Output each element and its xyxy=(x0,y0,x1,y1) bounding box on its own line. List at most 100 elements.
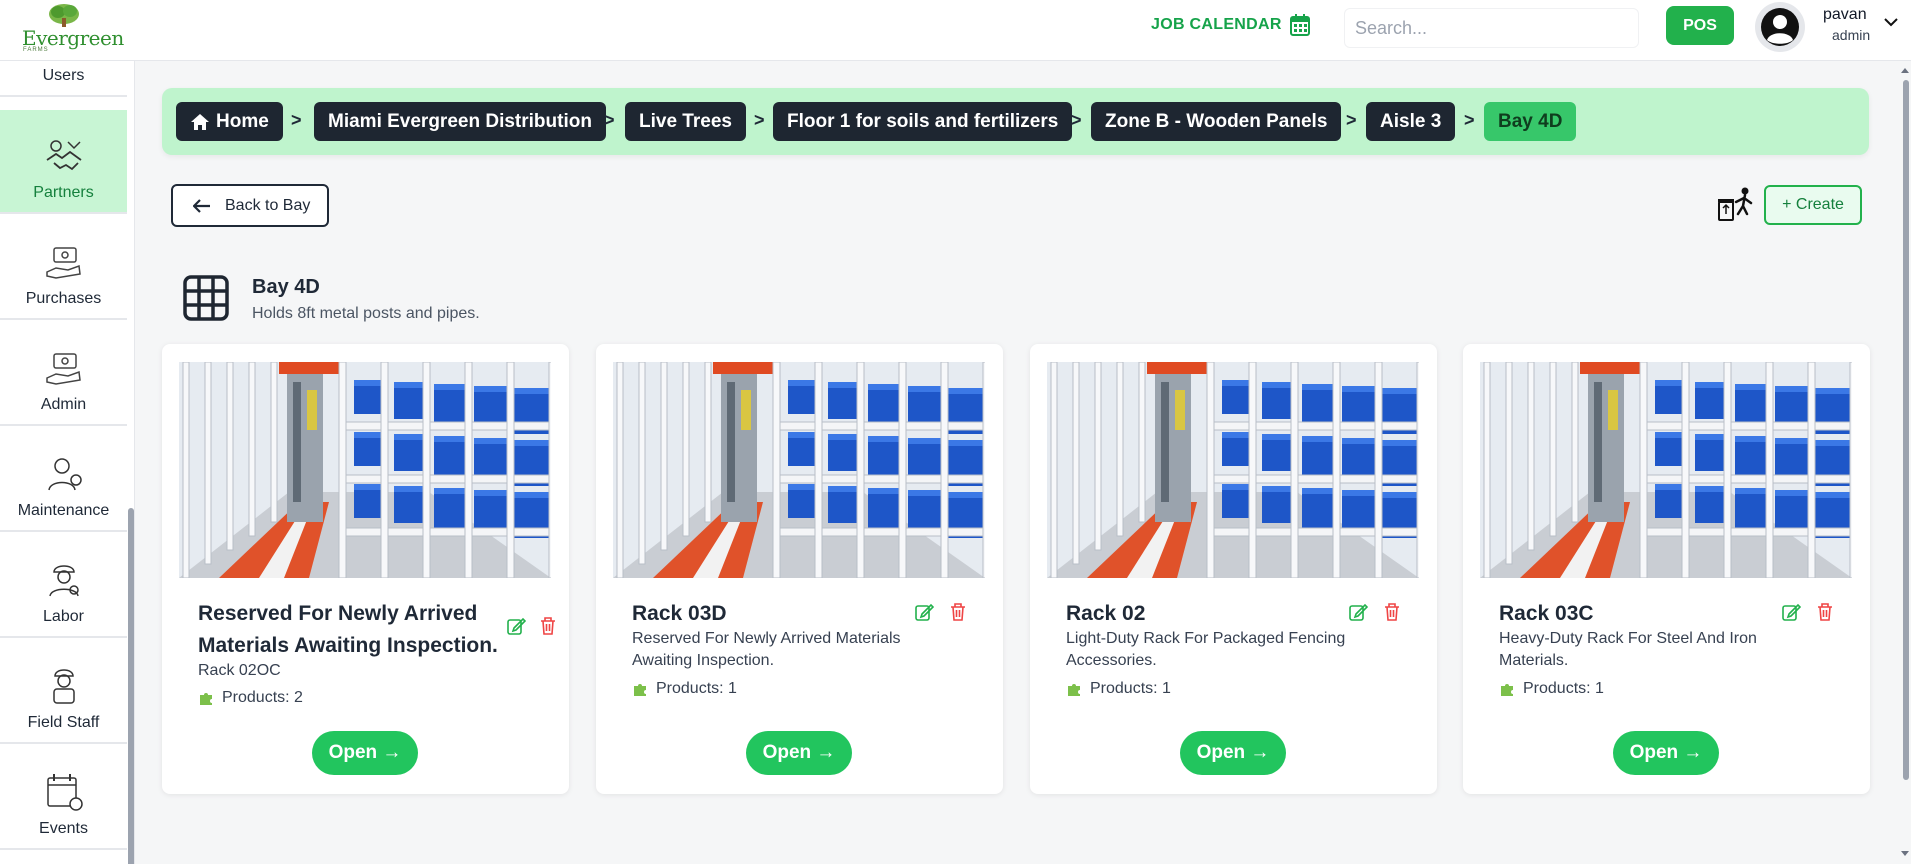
rack-subtitle: Reserved For Newly Arrived Materials Awa… xyxy=(632,630,901,669)
scroll-down-arrow-icon[interactable] xyxy=(1900,850,1910,858)
grid-icon xyxy=(183,275,229,321)
open-button[interactable]: Open → xyxy=(1613,731,1719,775)
page-title: Bay 4D xyxy=(252,276,320,298)
rack-photo xyxy=(1047,362,1419,578)
breadcrumb: Home > Miami Evergreen Distribution > Li… xyxy=(162,88,1869,155)
logo[interactable]: Evergreen FARMS xyxy=(20,2,124,53)
breadcrumb-separator: > xyxy=(754,110,765,130)
breadcrumb-separator: > xyxy=(604,110,615,130)
sidebar-item-users[interactable]: Users xyxy=(0,61,127,97)
rack-subtitle: Light-Duty Rack For Packaged Fencing Acc… xyxy=(1066,630,1346,669)
rack-products: Products: 2 xyxy=(198,689,303,707)
sidebar-item-label: Admin xyxy=(40,396,87,413)
edit-icon[interactable] xyxy=(506,616,526,636)
bay-description: Holds 8ft metal posts and pipes. xyxy=(252,305,480,322)
tree-logo-icon xyxy=(49,4,79,27)
recycle-bin-icon[interactable] xyxy=(1716,186,1756,224)
breadcrumb-current-bay: Bay 4D xyxy=(1484,102,1577,141)
rack-title: Rack 03D xyxy=(632,602,727,625)
rack-title: Rack 03C xyxy=(1499,602,1594,625)
puzzle-icon xyxy=(200,693,212,705)
rack-products: Products: 1 xyxy=(1066,680,1171,698)
delete-icon[interactable] xyxy=(949,602,967,622)
edit-icon[interactable] xyxy=(914,602,934,622)
rack-products: Products: 1 xyxy=(632,680,737,698)
breadcrumb-separator: > xyxy=(1346,110,1357,130)
delete-icon[interactable] xyxy=(539,616,557,636)
puzzle-icon xyxy=(634,684,646,696)
open-button[interactable]: Open → xyxy=(312,731,418,775)
sidebar-item-admin[interactable]: Admin xyxy=(0,322,127,426)
field-staff-icon xyxy=(52,669,75,704)
open-button[interactable]: Open → xyxy=(1180,731,1286,775)
sidebar-item-purchases[interactable]: Purchases xyxy=(0,216,127,320)
rack-subtitle: Heavy-Duty Rack For Steel And Iron Mater… xyxy=(1499,630,1757,669)
sidebar-item-events[interactable]: Events xyxy=(0,746,127,850)
rack-card: Rack 02 Light-Duty Rack For Packaged Fen… xyxy=(1030,344,1437,794)
rack-card: Reserved For Newly Arrived Materials Awa… xyxy=(162,344,569,794)
breadcrumb-floor[interactable]: Floor 1 for soils and fertilizers xyxy=(773,102,1073,141)
rack-card: Rack 03D Reserved For Newly Arrived Mate… xyxy=(596,344,1003,794)
sidebar-item-partners[interactable]: Partners xyxy=(0,110,127,214)
rack-title: Rack 02 xyxy=(1066,602,1146,625)
breadcrumb-distribution[interactable]: Miami Evergreen Distribution xyxy=(314,102,606,141)
edit-icon[interactable] xyxy=(1348,602,1368,622)
sidebar-item-label: Partners xyxy=(33,184,94,201)
delete-icon[interactable] xyxy=(1383,602,1401,622)
breadcrumb-separator: > xyxy=(1464,110,1475,130)
puzzle-icon xyxy=(1501,684,1513,696)
breadcrumb-home[interactable]: Home xyxy=(176,102,283,141)
chevron-down-icon[interactable] xyxy=(1883,16,1899,28)
avatar[interactable] xyxy=(1755,2,1805,52)
sidebar-item-label: Maintenance xyxy=(17,502,110,519)
warehouse-rack-image xyxy=(613,362,985,578)
sidebar-item-label: Users xyxy=(42,67,85,84)
sidebar-item-field-staff[interactable]: Field Staff xyxy=(0,640,127,744)
events-icon xyxy=(46,774,83,811)
breadcrumb-separator: > xyxy=(291,110,302,130)
rack-photo xyxy=(1480,362,1852,578)
sidebar-item-label: Field Staff xyxy=(27,714,100,731)
sidebar-item-label: Labor xyxy=(43,608,84,625)
open-button[interactable]: Open → xyxy=(746,731,852,775)
page-scrollbar[interactable] xyxy=(1903,80,1909,780)
sidebar-scrollbar[interactable] xyxy=(128,508,134,864)
job-calendar-label: JOB CALENDAR xyxy=(1151,16,1282,33)
sidebar-item-labor[interactable]: Labor xyxy=(0,534,127,638)
sidebar-item-label: Purchases xyxy=(25,290,102,307)
handshake-icon xyxy=(46,140,82,171)
warehouse-rack-image xyxy=(1480,362,1852,578)
rack-photo xyxy=(179,362,551,578)
rack-photo xyxy=(613,362,985,578)
user-avatar-icon xyxy=(1761,8,1799,46)
user-role: admin xyxy=(1832,27,1871,43)
admin-icon xyxy=(45,353,81,385)
calendar-icon xyxy=(1289,14,1310,36)
maintenance-icon xyxy=(47,458,82,491)
rack-title: Reserved For Newly Arrived Materials Awa… xyxy=(198,602,498,657)
user-name[interactable]: pavan xyxy=(1823,6,1867,24)
warehouse-rack-image xyxy=(179,362,551,578)
job-calendar-link[interactable]: JOB CALENDAR xyxy=(1151,14,1310,36)
rack-products: Products: 1 xyxy=(1499,680,1604,698)
pos-button[interactable]: POS xyxy=(1666,6,1734,45)
back-to-bay-button[interactable]: Back to Bay xyxy=(171,184,329,227)
arrow-left-icon xyxy=(193,198,210,213)
sidebar-item-label: Events xyxy=(39,820,88,837)
breadcrumb-separator: > xyxy=(1071,110,1082,130)
edit-icon[interactable] xyxy=(1781,602,1801,622)
breadcrumb-live-trees[interactable]: Live Trees xyxy=(625,102,746,141)
breadcrumb-zone[interactable]: Zone B - Wooden Panels xyxy=(1091,102,1342,141)
search-input[interactable] xyxy=(1344,8,1639,48)
scroll-up-arrow-icon[interactable] xyxy=(1900,66,1910,74)
create-button[interactable]: + Create xyxy=(1764,185,1862,225)
logo-subtext: FARMS xyxy=(23,47,49,53)
top-bar: Evergreen FARMS JOB CALENDAR POS pavan a… xyxy=(0,0,1911,61)
rack-card: Rack 03C Heavy-Duty Rack For Steel And I… xyxy=(1463,344,1870,794)
puzzle-icon xyxy=(1068,684,1080,696)
sidebar-item-maintenance[interactable]: Maintenance xyxy=(0,428,127,532)
labor-icon xyxy=(48,565,79,597)
sidebar: Users Partners Purchases Admin Maintenan… xyxy=(0,61,135,864)
delete-icon[interactable] xyxy=(1816,602,1834,622)
breadcrumb-aisle[interactable]: Aisle 3 xyxy=(1366,102,1456,141)
